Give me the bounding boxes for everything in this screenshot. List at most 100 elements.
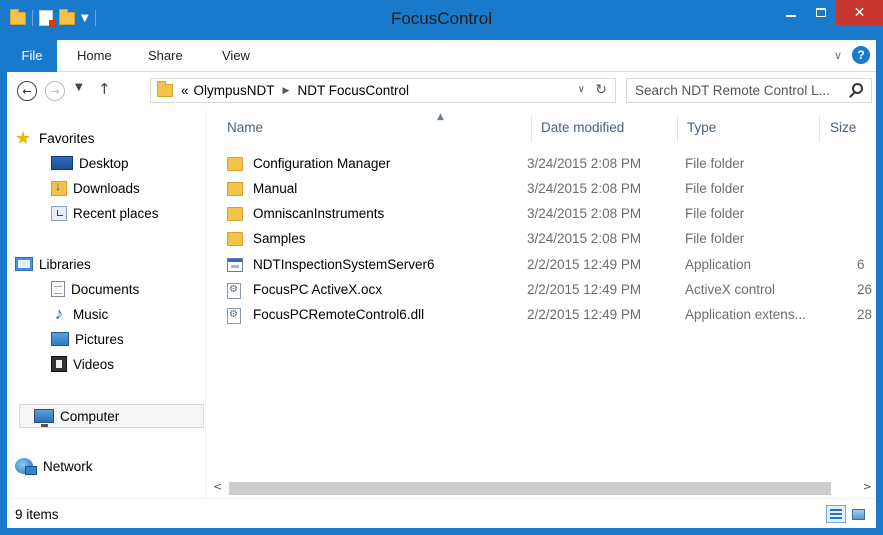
file-name: Manual <box>253 181 298 196</box>
file-size: 28 <box>857 307 873 322</box>
nav-music[interactable]: ♪ Music <box>7 302 206 326</box>
folder-icon <box>227 207 243 221</box>
sort-ascending-icon: ▲ <box>437 112 444 122</box>
search-icon[interactable] <box>852 83 863 94</box>
up-button[interactable]: ↑ <box>98 80 111 98</box>
scrollbar-thumb[interactable] <box>229 482 831 495</box>
expand-ribbon-icon[interactable]: ∨ <box>834 49 842 62</box>
file-date: 2/2/2015 12:49 PM <box>527 282 642 297</box>
file-name: FocusPC ActiveX.ocx <box>253 282 383 297</box>
nav-desktop[interactable]: Desktop <box>7 151 206 175</box>
ribbon-tabs: File Home Share View ∨ ? <box>7 40 876 72</box>
column-header-type[interactable]: Type <box>687 120 716 135</box>
status-bar: 9 items <box>7 498 876 528</box>
file-row[interactable]: FocusPC ActiveX.ocx 2/2/2015 12:49 PM Ac… <box>223 278 876 303</box>
recent-places-icon <box>51 205 67 221</box>
computer-icon <box>34 409 54 427</box>
file-type: ActiveX control <box>685 282 776 297</box>
nav-libraries[interactable]: Libraries <box>7 252 206 276</box>
help-icon[interactable]: ? <box>852 46 870 64</box>
nav-favorites[interactable]: ★ Favorites <box>7 126 206 150</box>
address-bar[interactable]: « OlympusNDT ▶ NDT FocusControl ∨ ↻ <box>150 78 616 103</box>
file-name: OmniscanInstruments <box>253 206 385 221</box>
file-name: NDTInspectionSystemServer6 <box>253 257 435 272</box>
column-divider[interactable] <box>677 116 678 142</box>
nav-recent-places-label: Recent places <box>73 205 159 221</box>
network-icon <box>15 458 37 475</box>
close-icon: ✕ <box>853 4 866 21</box>
file-type: File folder <box>685 231 745 246</box>
documents-icon <box>51 281 65 297</box>
videos-icon <box>51 356 67 372</box>
nav-computer-label: Computer <box>60 408 120 424</box>
breadcrumb-separator-icon[interactable]: ▶ <box>283 85 290 96</box>
scroll-right-icon[interactable]: > <box>863 480 872 493</box>
column-divider[interactable] <box>819 116 820 142</box>
nav-network-label: Network <box>43 458 93 474</box>
file-row[interactable]: NDTInspectionSystemServer6 2/2/2015 12:4… <box>223 253 876 278</box>
minimize-button[interactable] <box>776 0 806 25</box>
file-date: 3/24/2015 2:08 PM <box>527 181 642 196</box>
nav-documents-label: Documents <box>71 281 140 297</box>
file-row[interactable]: OmniscanInstruments 3/24/2015 2:08 PM Fi… <box>223 202 876 227</box>
recent-locations-icon[interactable]: ▼ <box>75 82 83 93</box>
scroll-left-icon[interactable]: < <box>213 480 222 493</box>
column-header-name[interactable]: Name <box>227 120 263 135</box>
file-name: FocusPCRemoteControl6.dll <box>253 307 425 322</box>
maximize-button[interactable] <box>806 0 836 25</box>
details-view-button[interactable] <box>826 505 846 523</box>
nav-documents[interactable]: Documents <box>7 277 206 301</box>
file-date: 2/2/2015 12:49 PM <box>527 257 642 272</box>
dll-file-icon <box>227 308 241 324</box>
nav-network[interactable]: Network <box>7 454 206 478</box>
downloads-icon <box>51 179 67 196</box>
nav-pictures[interactable]: Pictures <box>7 327 206 351</box>
back-arrow-icon: ← <box>22 84 32 98</box>
file-date: 3/24/2015 2:08 PM <box>527 231 642 246</box>
file-row[interactable]: Samples 3/24/2015 2:08 PM File folder <box>223 227 876 252</box>
nav-computer[interactable]: Computer <box>19 404 204 428</box>
large-icons-view-button[interactable] <box>848 505 868 523</box>
forward-arrow-icon: → <box>50 84 60 98</box>
details-view-icon <box>830 509 842 519</box>
file-type: Application extens... <box>685 307 806 322</box>
nav-downloads[interactable]: Downloads <box>7 176 206 200</box>
tab-share[interactable]: Share <box>148 40 183 71</box>
nav-downloads-label: Downloads <box>73 180 140 196</box>
breadcrumb-overflow[interactable]: « <box>181 83 189 98</box>
tab-home[interactable]: Home <box>77 40 112 71</box>
minimize-icon <box>786 14 796 17</box>
file-date: 2/2/2015 12:49 PM <box>527 307 642 322</box>
star-icon: ★ <box>15 127 32 148</box>
forward-button[interactable]: → <box>45 81 65 101</box>
address-dropdown-icon[interactable]: ∨ <box>578 84 585 95</box>
file-row[interactable]: Configuration Manager 3/24/2015 2:08 PM … <box>223 152 876 177</box>
navigation-bar: ← → ▼ ↑ « OlympusNDT ▶ NDT FocusControl … <box>7 72 876 110</box>
file-row[interactable]: Manual 3/24/2015 2:08 PM File folder <box>223 177 876 202</box>
application-icon <box>227 258 243 272</box>
tab-view[interactable]: View <box>222 40 250 71</box>
breadcrumb-ndt-focuscontrol[interactable]: NDT FocusControl <box>297 83 409 98</box>
folder-icon <box>227 182 243 196</box>
file-row[interactable]: FocusPCRemoteControl6.dll 2/2/2015 12:49… <box>223 303 876 328</box>
refresh-icon[interactable]: ↻ <box>595 81 607 98</box>
close-button[interactable]: ✕ <box>836 0 883 25</box>
desktop-icon <box>51 156 73 170</box>
folder-icon <box>227 232 243 246</box>
nav-recent-places[interactable]: Recent places <box>7 201 206 225</box>
column-header-size[interactable]: Size <box>830 120 856 135</box>
file-type: File folder <box>685 181 745 196</box>
file-date: 3/24/2015 2:08 PM <box>527 156 642 171</box>
horizontal-scrollbar[interactable]: < > <box>207 478 876 498</box>
column-divider[interactable] <box>531 116 532 142</box>
search-box[interactable] <box>626 78 872 103</box>
back-button[interactable]: ← <box>17 81 37 101</box>
nav-music-label: Music <box>73 306 109 322</box>
search-input[interactable] <box>635 83 845 98</box>
nav-videos[interactable]: Videos <box>7 352 206 376</box>
tab-file[interactable]: File <box>7 40 57 72</box>
column-header-date-modified[interactable]: Date modified <box>541 120 624 135</box>
breadcrumb-olympusndt[interactable]: OlympusNDT <box>194 83 275 98</box>
maximize-icon <box>816 8 826 17</box>
nav-videos-label: Videos <box>73 356 115 372</box>
